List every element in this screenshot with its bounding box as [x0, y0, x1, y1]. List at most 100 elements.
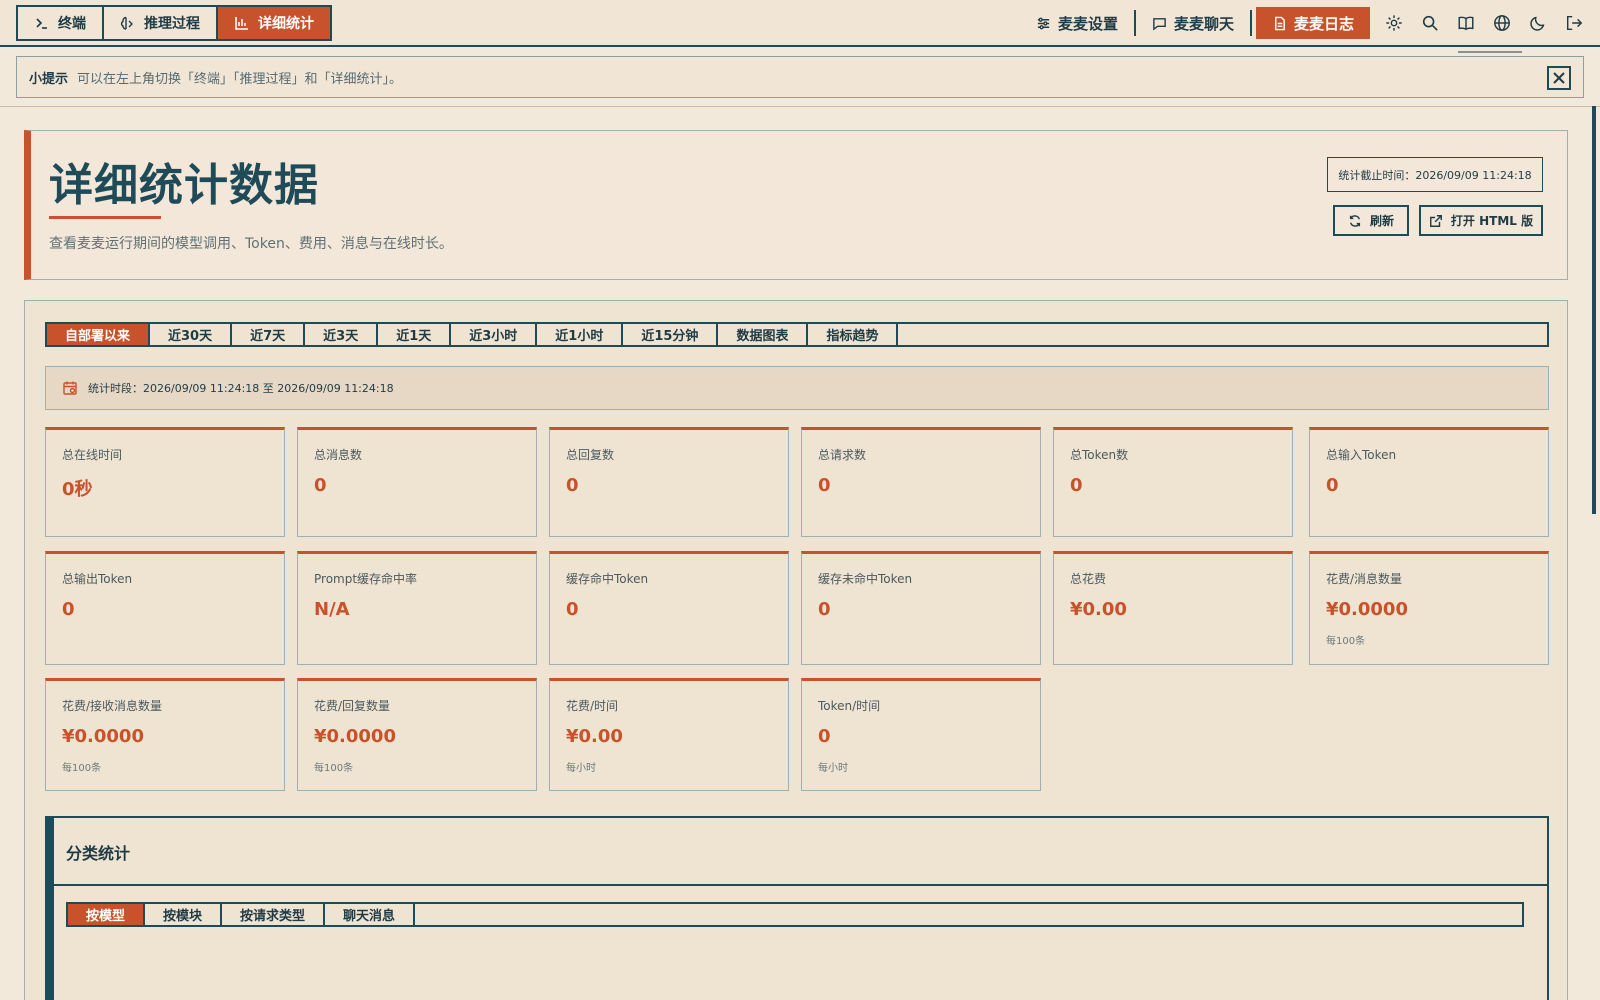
metric-value: N/A [314, 599, 350, 620]
refresh-button[interactable]: 刷新 [1333, 205, 1409, 236]
log-link-label: 麦麦日志 [1293, 14, 1354, 33]
theme-button[interactable] [1520, 7, 1556, 39]
range-tab-15m[interactable]: 近15分钟 [623, 324, 719, 345]
range-tab-3d[interactable]: 近3天 [305, 324, 379, 345]
metric-value: 0 [818, 475, 831, 496]
metric-label: Token/时间 [818, 699, 881, 713]
search-icon [1422, 15, 1438, 31]
metric-label: 总输出Token [62, 572, 133, 586]
metric-card-total-replies: 总回复数 0 [549, 427, 789, 537]
metric-card-cache-hit-rate: Prompt缓存命中率 N/A [297, 551, 537, 665]
metric-value: 0 [1326, 475, 1339, 496]
metric-card-cache-miss-tokens: 缓存未命中Token 0 [801, 551, 1041, 665]
metric-card-cost-per-time: 花费/时间 ¥0.00 每小时 [549, 678, 789, 791]
logout-icon [1566, 15, 1583, 31]
metric-card-cost-per-reply: 花费/回复数量 ¥0.0000 每100条 [297, 678, 537, 791]
metric-label: 总消息数 [314, 448, 363, 462]
tab-reasoning-label: 推理过程 [144, 16, 200, 32]
range-tab-7d[interactable]: 近7天 [232, 324, 306, 345]
metric-value: 0 [818, 726, 831, 747]
mode-tabs: 终端 推理过程 详细统计 [16, 5, 332, 41]
hint-close-button[interactable] [1547, 66, 1571, 90]
globe-icon [1494, 15, 1510, 31]
metric-label: 总请求数 [818, 448, 867, 462]
range-tabs: 自部署以来 近30天 近7天 近3天 近1天 近3小时 近1小时 近15分钟 数… [45, 322, 1549, 347]
metric-label: 花费/回复数量 [314, 699, 391, 713]
metric-label: 花费/时间 [566, 699, 619, 713]
scrollbar[interactable] [1592, 106, 1596, 514]
metric-card-tokens-per-time: Token/时间 0 每小时 [801, 678, 1041, 791]
category-stats-panel: 分类统计 按模型 按模块 按请求类型 聊天消息 [45, 816, 1549, 1000]
category-tab-by-model[interactable]: 按模型 [68, 904, 146, 925]
tab-statistics[interactable]: 详细统计 [218, 7, 330, 39]
tab-terminal-label: 终端 [58, 16, 86, 32]
metric-card-total-cost: 总花费 ¥0.00 [1053, 551, 1293, 665]
metric-card-cost-per-message: 花费/消息数量 ¥0.0000 每100条 [1309, 551, 1549, 665]
settings-link[interactable]: 麦麦设置 [1020, 7, 1134, 39]
range-tab-30d[interactable]: 近30天 [150, 324, 233, 345]
metric-value: ¥0.0000 [62, 726, 144, 747]
metric-card-total-tokens: 总Token数 0 [1053, 427, 1293, 537]
metric-label: 总在线时间 [62, 448, 123, 462]
metric-card-cache-hit-tokens: 缓存命中Token 0 [549, 551, 789, 665]
search-button[interactable] [1412, 7, 1448, 39]
metric-sub: 每100条 [1326, 636, 1366, 647]
metric-value: 0 [62, 599, 75, 620]
metric-label: 总回复数 [566, 448, 615, 462]
hint-bar: 小提示 可以在左上角切换「终端」「推理过程」和「详细统计」。 [16, 56, 1584, 98]
category-tab-by-module[interactable]: 按模块 [145, 904, 223, 925]
log-link[interactable]: 麦麦日志 [1255, 7, 1370, 39]
chat-link[interactable]: 麦麦聊天 [1136, 7, 1250, 39]
range-tab-all[interactable]: 自部署以来 [47, 324, 151, 345]
period-bar: 统计时段：2026/09/09 11:24:18 至 2026/09/09 11… [45, 366, 1549, 410]
refresh-label: 刷新 [1369, 214, 1394, 228]
tab-terminal[interactable]: 终端 [18, 7, 104, 39]
metric-card-total-requests: 总请求数 0 [801, 427, 1041, 537]
metric-value: ¥0.0000 [314, 726, 396, 747]
page-description: 查看麦麦运行期间的模型调用、Token、费用、消息与在线时长。 [49, 236, 453, 252]
tab-statistics-label: 详细统计 [258, 16, 314, 32]
period-text: 统计时段：2026/09/09 11:24:18 至 2026/09/09 11… [88, 382, 394, 395]
metric-value: ¥0.00 [566, 726, 623, 747]
range-tab-1h[interactable]: 近1小时 [537, 324, 624, 345]
stat-time-badge: 统计截止时间：2026/09/09 11:24:18 [1327, 157, 1543, 192]
range-tab-1d[interactable]: 近1天 [378, 324, 452, 345]
category-tabs: 按模型 按模块 按请求类型 聊天消息 [66, 902, 1524, 927]
metric-label: 缓存未命中Token [818, 572, 913, 586]
metric-card-input-tokens: 总输入Token 0 [1309, 427, 1549, 537]
close-icon [1553, 72, 1565, 84]
active-nav-indicator [1458, 51, 1522, 53]
tab-reasoning[interactable]: 推理过程 [104, 7, 218, 39]
hint-text: 可以在左上角切换「终端」「推理过程」和「详细统计」。 [77, 71, 403, 87]
range-tab-trends[interactable]: 指标趋势 [808, 324, 899, 345]
category-tab-by-request-type[interactable]: 按请求类型 [222, 904, 326, 925]
docs-button[interactable] [1448, 7, 1484, 39]
metric-card-total-messages: 总消息数 0 [297, 427, 537, 537]
metric-label: 缓存命中Token [566, 572, 649, 586]
metric-label: 总花费 [1070, 572, 1107, 586]
settings-button[interactable] [1376, 7, 1412, 39]
logout-button[interactable] [1556, 7, 1592, 39]
metric-label: 花费/接收消息数量 [62, 699, 163, 713]
terminal-icon [36, 18, 47, 29]
title-underline [49, 216, 161, 219]
metric-label: Prompt缓存命中率 [314, 572, 418, 586]
calendar-icon [63, 381, 77, 395]
language-button[interactable] [1484, 7, 1520, 39]
category-title: 分类统计 [66, 844, 131, 863]
gear-icon [1386, 15, 1402, 31]
header-panel: 详细统计数据 查看麦麦运行期间的模型调用、Token、费用、消息与在线时长。 统… [24, 130, 1568, 280]
moon-icon [1530, 16, 1545, 31]
metric-label: 总输入Token [1326, 448, 1397, 462]
metric-value: 0 [566, 475, 579, 496]
hint-label: 小提示 [29, 71, 69, 87]
range-tab-3h[interactable]: 近3小时 [451, 324, 538, 345]
category-tab-chat-messages[interactable]: 聊天消息 [325, 904, 416, 925]
brain-icon [120, 16, 133, 30]
chat-link-label: 麦麦聊天 [1173, 14, 1234, 33]
range-tab-charts[interactable]: 数据图表 [718, 324, 809, 345]
top-nav: 麦麦设置 麦麦聊天 麦麦日志 [1020, 7, 1600, 39]
chat-bubble-icon [1153, 17, 1166, 31]
open-html-button[interactable]: 打开 HTML 版 [1419, 205, 1543, 236]
metric-sub: 每小时 [566, 763, 596, 774]
